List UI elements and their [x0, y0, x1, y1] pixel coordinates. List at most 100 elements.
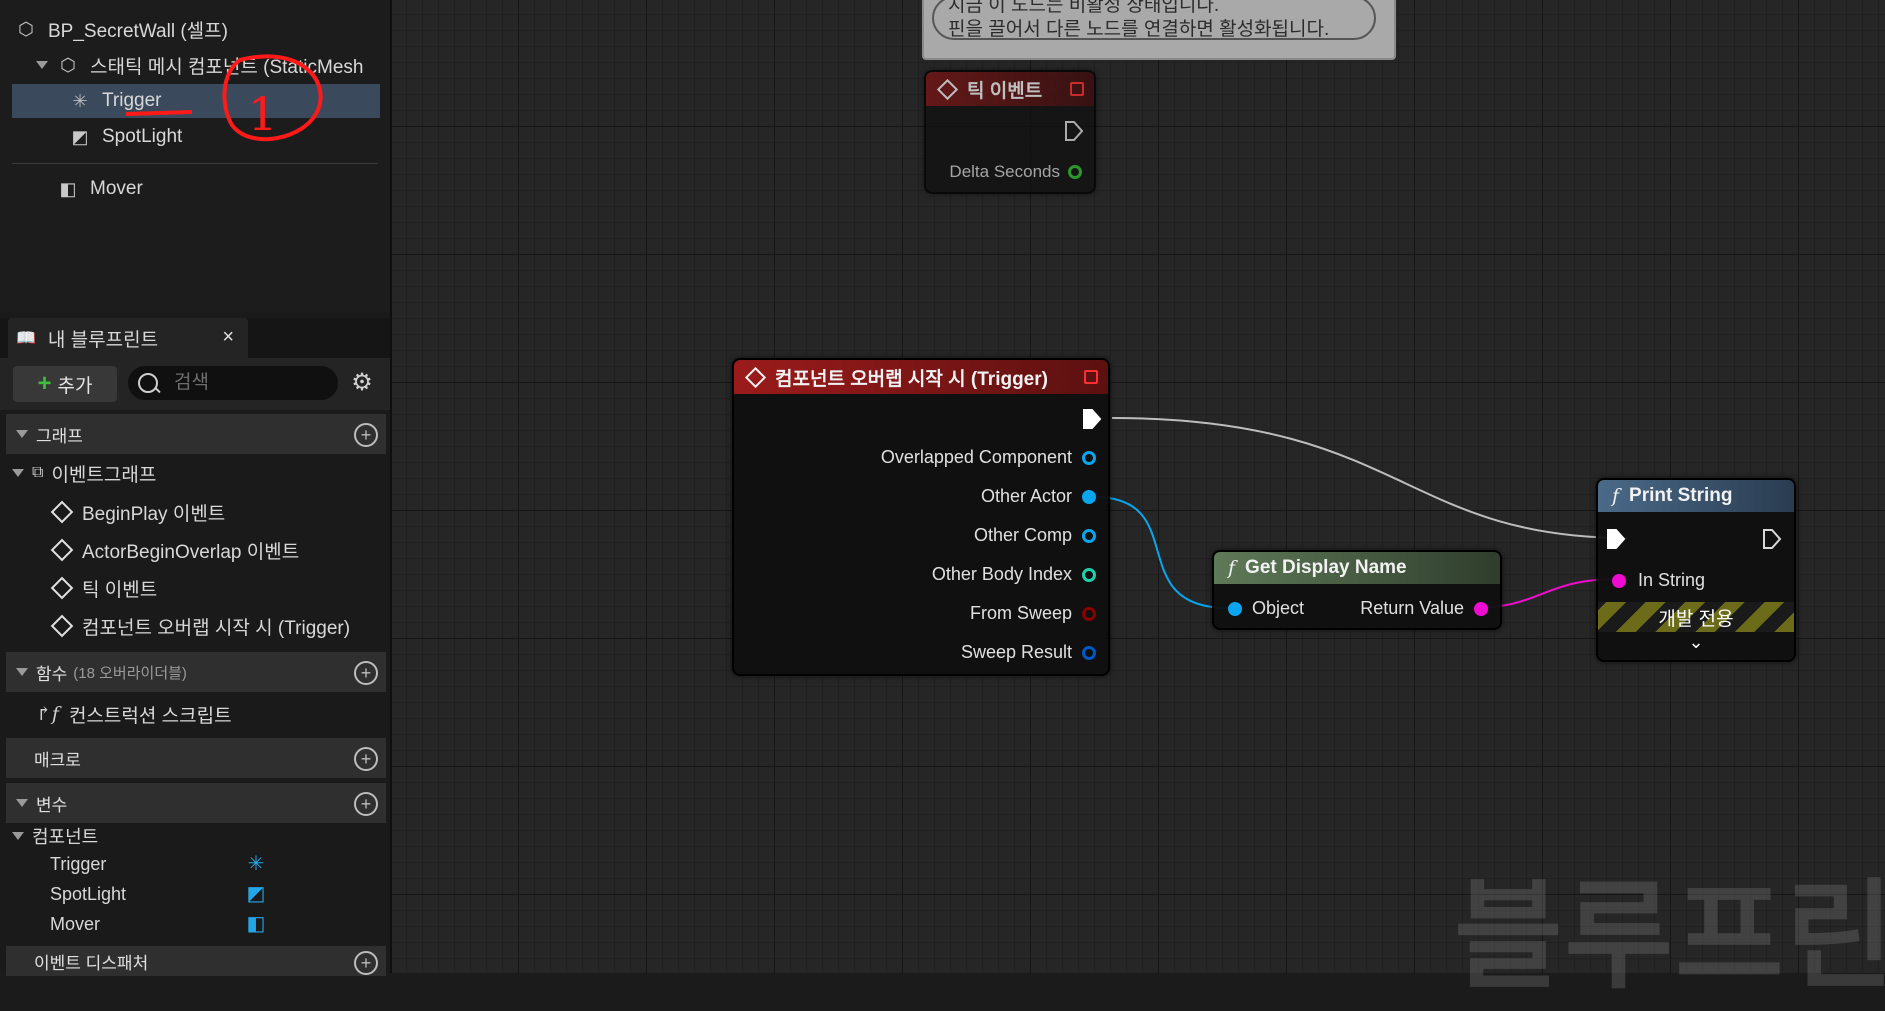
event-delegate-icon	[1070, 82, 1084, 96]
pin-label: Delta Seconds	[949, 162, 1060, 181]
component-begin-overlap-node[interactable]: 컴포넌트 오버랩 시작 시 (Trigger) Overlapped Compo…	[732, 358, 1110, 676]
pin-label: Other Body Index	[931, 564, 1072, 584]
event-graph-item[interactable]: ⧉ 이벤트그래프	[12, 457, 156, 489]
add-button-label: 추가	[57, 375, 93, 397]
function-icon: f	[1228, 557, 1236, 579]
variable-category[interactable]: 컴포넌트	[12, 822, 98, 850]
gear-icon[interactable]: ⚙	[350, 371, 374, 395]
add-dispatcher-icon[interactable]: +	[354, 951, 378, 975]
node-title: Print String	[1629, 485, 1733, 506]
comment-line: 지금 이 노드는 비활성 상태입니다.	[948, 0, 1220, 16]
collapse-arrow-icon	[16, 430, 28, 438]
event-item[interactable]: 컴포넌트 오버랩 시작 시 (Trigger)	[50, 610, 351, 642]
event-label: 컴포넌트 오버랩 시작 시 (Trigger)	[82, 617, 351, 639]
section-variables[interactable]: 변수 +	[6, 783, 386, 823]
my-blueprint-tabbar: 📖 내 블루프린트 ×	[0, 318, 390, 358]
section-label: 함수	[36, 664, 68, 684]
event-label: ActorBeginOverlap 이벤트	[82, 541, 300, 563]
pin-from-sweep[interactable]: From Sweep	[970, 603, 1096, 624]
event-item[interactable]: BeginPlay 이벤트	[50, 496, 225, 528]
my-blueprint-toolbar: + 추가 ⚙	[0, 358, 390, 410]
pin-delta-seconds[interactable]: Delta Seconds	[949, 162, 1082, 182]
string-pin-icon[interactable]	[1474, 601, 1488, 616]
exec-out-pin[interactable]	[1082, 408, 1102, 430]
handwritten-annotation: 1	[125, 54, 323, 142]
exec-out-pin[interactable]	[1762, 528, 1782, 550]
node-header: 틱 이벤트	[926, 72, 1094, 106]
event-diamond-icon	[50, 538, 74, 562]
bool-pin-icon[interactable]	[1082, 606, 1096, 621]
pin-other-body-index[interactable]: Other Body Index	[932, 564, 1096, 585]
pin-overlapped-component[interactable]: Overlapped Component	[881, 447, 1096, 468]
object-pin-icon[interactable]	[1082, 528, 1096, 543]
variable-label: SpotLight	[50, 883, 127, 904]
section-label: 변수	[36, 795, 68, 815]
pin-other-actor[interactable]: Other Actor	[981, 486, 1096, 507]
section-graph[interactable]: 그래프 +	[6, 414, 386, 454]
collapse-arrow-icon	[16, 668, 28, 676]
struct-pin-icon[interactable]	[1082, 645, 1096, 660]
section-label: 매크로	[34, 750, 81, 770]
section-event-dispatchers[interactable]: 이벤트 디스패처 +	[6, 946, 386, 976]
pin-label: In String	[1638, 570, 1706, 590]
event-diamond-icon	[50, 500, 74, 524]
object-pin-icon[interactable]	[1082, 450, 1096, 465]
expand-chevron-icon[interactable]: ⌄	[1598, 632, 1794, 656]
add-button[interactable]: + 추가	[13, 366, 117, 402]
comment-line: 핀을 끌어서 다른 노드를 연결하면 활성화됩니다.	[948, 19, 1330, 40]
event-graph-label: 이벤트그래프	[51, 464, 157, 486]
collapse-arrow-icon	[16, 799, 28, 807]
pin-label: Return Value	[1360, 598, 1464, 618]
variable-item-spotlight[interactable]: SpotLight	[50, 880, 126, 908]
tick-event-node[interactable]: 틱 이벤트 Delta Seconds	[924, 70, 1096, 194]
int-pin-icon[interactable]	[1082, 567, 1096, 582]
node-header: f Get Display Name	[1214, 552, 1500, 584]
pin-label: Other Comp	[973, 525, 1072, 545]
section-functions[interactable]: 함수 (18 오버라이더블) +	[6, 652, 386, 692]
event-item[interactable]: 틱 이벤트	[50, 572, 157, 604]
variable-item-trigger[interactable]: Trigger	[50, 850, 106, 878]
add-graph-icon[interactable]: +	[354, 423, 378, 447]
node-header: 컴포넌트 오버랩 시작 시 (Trigger)	[734, 360, 1108, 394]
object-pin-icon[interactable]	[1228, 601, 1242, 616]
add-macro-icon[interactable]: +	[354, 747, 378, 771]
variable-category-label: 컴포넌트	[32, 827, 99, 847]
search-box[interactable]	[128, 366, 338, 400]
search-input[interactable]	[172, 371, 326, 395]
spotlight-icon: ◩	[246, 883, 266, 905]
pin-label: Object	[1252, 598, 1305, 618]
comment-text: 지금 이 노드는 비활성 상태입니다. 핀을 끌어서 다른 노드를 연결하면 활…	[948, 0, 1329, 42]
plus-icon: +	[37, 370, 52, 397]
pin-object[interactable]: Object	[1228, 598, 1304, 619]
event-graph-icon: ⧉	[32, 464, 44, 481]
print-string-node[interactable]: f Print String In String 개발 전용 ⌄	[1596, 478, 1796, 662]
section-macros[interactable]: 매크로 +	[6, 738, 386, 778]
add-function-icon[interactable]: +	[354, 661, 378, 685]
event-diamond-icon	[936, 78, 959, 100]
add-variable-icon[interactable]: +	[354, 792, 378, 816]
object-pin-icon[interactable]	[1082, 489, 1096, 504]
pin-other-comp[interactable]: Other Comp	[974, 525, 1096, 546]
float-pin-icon[interactable]	[1068, 165, 1082, 179]
pin-label: Overlapped Component	[880, 447, 1072, 467]
section-label: 그래프	[36, 426, 83, 446]
pin-label: Sweep Result	[960, 642, 1072, 662]
function-icon: ↱f	[36, 703, 59, 725]
node-header: f Print String	[1598, 480, 1794, 512]
dev-only-label: 개발 전용	[1658, 608, 1734, 630]
event-graph-canvas[interactable]: 지금 이 노드는 비활성 상태입니다. 핀을 끌어서 다른 노드를 연결하면 활…	[392, 0, 1885, 1003]
pin-return-value[interactable]: Return Value	[1360, 598, 1488, 619]
node-title: 컴포넌트 오버랩 시작 시 (Trigger)	[775, 368, 1048, 390]
event-item[interactable]: ActorBeginOverlap 이벤트	[50, 534, 300, 566]
tab-my-blueprint[interactable]: 📖 내 블루프린트 ×	[8, 318, 248, 358]
function-icon: f	[1612, 485, 1620, 507]
close-icon[interactable]: ×	[222, 326, 234, 349]
string-pin-icon[interactable]	[1612, 573, 1626, 588]
pin-sweep-result[interactable]: Sweep Result	[961, 642, 1096, 663]
pin-in-string[interactable]: In String	[1612, 570, 1705, 591]
variable-item-mover[interactable]: Mover	[50, 910, 100, 938]
exec-in-pin[interactable]	[1606, 528, 1626, 550]
get-display-name-node[interactable]: f Get Display Name Object Return Value	[1212, 550, 1502, 630]
construction-script-item[interactable]: ↱f 컨스트럭션 스크립트	[36, 698, 232, 730]
exec-out-pin[interactable]	[1064, 120, 1084, 142]
